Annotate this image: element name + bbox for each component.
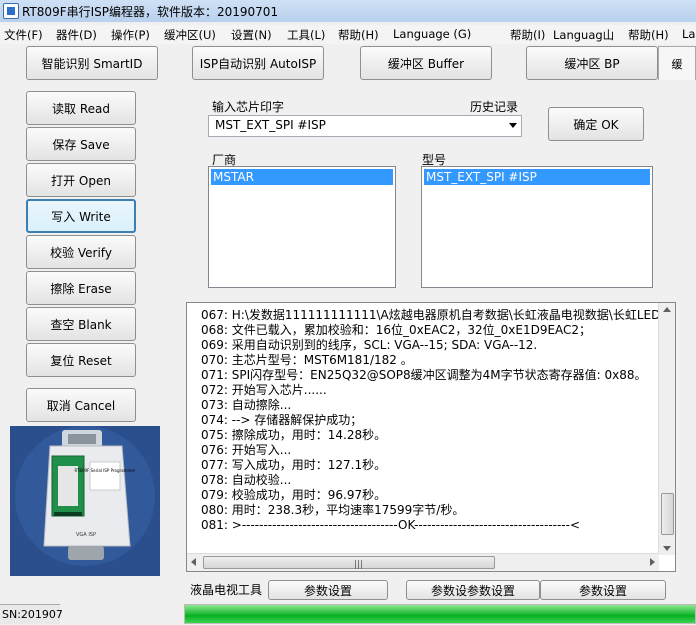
chevron-down-icon[interactable] — [509, 123, 517, 128]
device-port-label: VGA ISP — [76, 532, 96, 538]
log-line: 076: 开始写入... — [201, 443, 292, 457]
menu-help[interactable]: 帮助(H) — [338, 27, 379, 43]
app-icon — [3, 3, 19, 19]
log-line: 078: 自动校验... — [201, 473, 292, 487]
history-label: 历史记录 — [470, 100, 519, 114]
open-button[interactable]: 打开 Open — [26, 163, 136, 197]
menu-help-ghost[interactable]: 帮助(I) — [510, 27, 545, 43]
model-list[interactable]: MST_EXT_SPI #ISP — [421, 166, 653, 288]
write-button[interactable]: 写入 Write — [26, 199, 136, 233]
top-toolbar: 智能识别 SmartID ISP自动识别 AutoISP 缓冲区 Buffer … — [0, 44, 696, 86]
vendor-list[interactable]: MSTAR — [208, 166, 396, 288]
save-button[interactable]: 保存 Save — [26, 127, 136, 161]
log-line: 080: 用时：238.3秒，平均速率17599字节/秒。 — [201, 503, 465, 517]
title-bar: RT809F串行ISP编程器，软件版本：20190701 — [0, 0, 696, 22]
chip-input-combo[interactable]: MST_EXT_SPI #ISP — [208, 115, 522, 137]
menu-device[interactable]: 器件(D) — [56, 27, 97, 43]
blank-button[interactable]: 查空 Blank — [26, 307, 136, 341]
auto-isp-button[interactable]: ISP自动识别 AutoISP — [192, 46, 324, 80]
log-line: 073: 自动擦除... — [201, 398, 292, 412]
scroll-up-icon[interactable] — [663, 307, 671, 312]
tab-cut[interactable]: 缓 — [658, 46, 696, 80]
log-line: 081: >----------------------------------… — [201, 518, 581, 532]
model-list-item[interactable]: MST_EXT_SPI #ISP — [424, 169, 650, 185]
log-line: 071: SPI闪存型号：EN25Q32@SOP8缓冲区调整为4M字节状态寄存器… — [201, 368, 647, 382]
log-line: 074: --> 存储器解保护成功； — [201, 413, 363, 427]
device-header-text: RT809F Serial ISP Programmer — [74, 468, 135, 473]
log-line: 068: 文件已载入，累加校验和：16位_0xEAC2，32位_0xE1D9EA… — [201, 323, 592, 337]
cancel-button[interactable]: 取消 Cancel — [26, 388, 136, 422]
menu-tools[interactable]: 工具(L) — [287, 27, 325, 43]
menu-buffer[interactable]: 缓冲区(U) — [164, 27, 216, 43]
scroll-left-icon[interactable] — [191, 558, 196, 566]
scroll-thumb-vertical[interactable] — [661, 493, 674, 535]
menu-file[interactable]: 文件(F) — [4, 27, 43, 43]
progress-bar — [184, 604, 696, 624]
serial-number: SN:201907 — [0, 604, 63, 624]
programmer-device-icon: RT809F Serial ISP Programmer VGA ISP — [10, 426, 160, 576]
log-line: 077: 写入成功，用时：127.1秒。 — [201, 458, 387, 472]
scroll-down-icon[interactable] — [663, 546, 671, 551]
buffer-bp-button[interactable]: 缓冲区 BP — [526, 46, 658, 80]
menu-bar: 文件(F) 器件(D) 操作(P) 缓冲区(U) 设置(N) 工具(L) 帮助(… — [0, 25, 696, 44]
scroll-right-icon[interactable] — [650, 558, 655, 566]
log-line: 069: 采用自动识别到的线序，SCL: VGA--15; SDA: VGA--… — [201, 338, 538, 352]
scroll-thumb-horizontal[interactable]: ||| — [203, 556, 495, 570]
programmer-image: RT809F Serial ISP Programmer VGA ISP — [10, 426, 160, 576]
vendor-list-item[interactable]: MSTAR — [211, 169, 393, 185]
reset-button[interactable]: 复位 Reset — [26, 343, 136, 377]
menu-language-ghost-2[interactable]: La — [682, 27, 695, 41]
menu-operate[interactable]: 操作(P) — [111, 27, 150, 43]
smart-id-button[interactable]: 智能识别 SmartID — [26, 46, 158, 80]
menu-help-ghost-2[interactable]: 帮助(H) — [628, 27, 669, 43]
log-line: 075: 擦除成功，用时：14.28秒。 — [201, 428, 387, 442]
chip-input-value: MST_EXT_SPI #ISP — [215, 118, 326, 132]
log-line: 067: H:\发数据111111111111\A炫越电器原机自考数据\长虹液晶… — [201, 308, 676, 322]
chip-input-label: 输入芯片印字 — [212, 100, 285, 114]
lcd-tool-label: 液晶电视工具 — [190, 583, 263, 597]
param-settings-button-2[interactable]: 参数设参数设置 — [406, 580, 540, 600]
ok-button[interactable]: 确定 OK — [548, 107, 644, 141]
log-line: 079: 校验成功，用时：96.97秒。 — [201, 488, 387, 502]
log-vertical-scrollbar[interactable] — [658, 303, 675, 555]
erase-button[interactable]: 擦除 Erase — [26, 271, 136, 305]
menu-language-ghost[interactable]: Languag山 — [553, 27, 614, 43]
param-settings-button-3[interactable]: 参数设置 — [540, 580, 666, 600]
menu-settings[interactable]: 设置(N) — [231, 27, 272, 43]
menu-language[interactable]: Language (G) — [393, 27, 471, 41]
grip-icon: ||| — [354, 560, 364, 570]
read-button[interactable]: 读取 Read — [26, 91, 136, 125]
param-settings-button-1[interactable]: 参数设置 — [268, 580, 388, 600]
log-line: 070: 主芯片型号：MST6M181/182 。 — [201, 353, 413, 367]
buffer-button[interactable]: 缓冲区 Buffer — [360, 46, 492, 80]
log-horizontal-scrollbar[interactable]: ||| — [187, 553, 659, 571]
progress-fill — [185, 605, 695, 623]
log-panel[interactable]: 067: H:\发数据111111111111\A炫越电器原机自考数据\长虹液晶… — [186, 302, 676, 572]
verify-button[interactable]: 校验 Verify — [26, 235, 136, 269]
window-title: RT809F串行ISP编程器，软件版本：20190701 — [22, 5, 279, 19]
log-line: 072: 开始写入芯片...... — [201, 383, 327, 397]
